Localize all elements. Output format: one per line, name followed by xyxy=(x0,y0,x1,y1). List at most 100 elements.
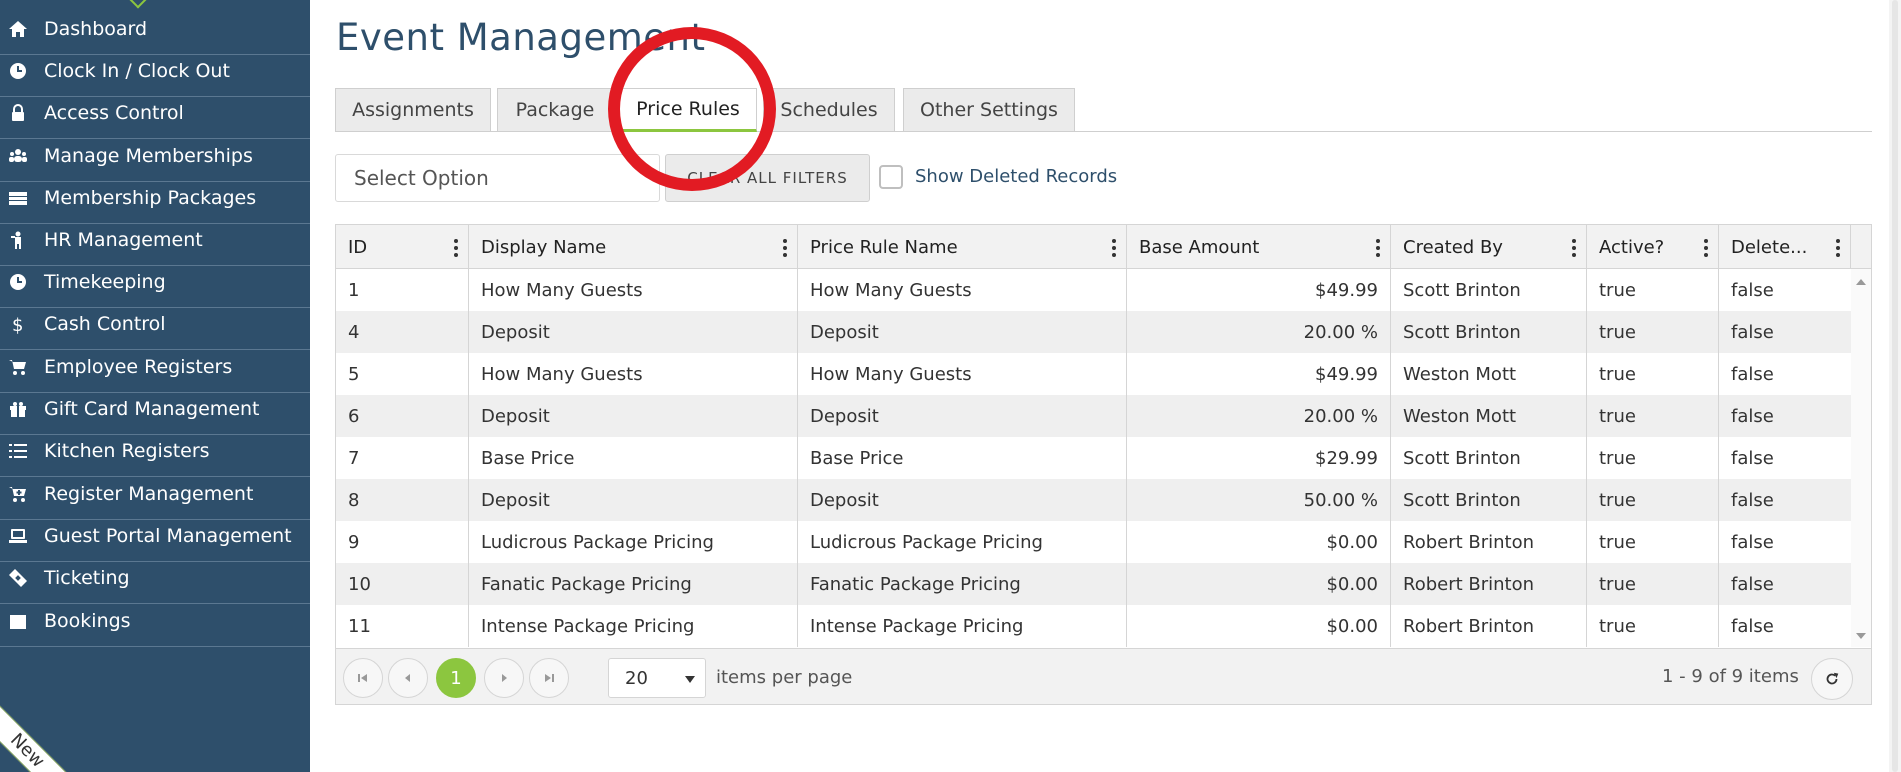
cell-active: true xyxy=(1587,311,1719,353)
column-header-label: Active? xyxy=(1599,236,1665,258)
table-row[interactable]: 1 How Many Guests How Many Guests $49.99 Sco… xyxy=(336,269,1851,311)
column-menu-icon[interactable] xyxy=(1836,239,1840,257)
column-header-created-by[interactable]: Created By xyxy=(1391,225,1587,269)
table-row[interactable]: 10 Fanatic Package Pricing Fanatic Package… xyxy=(336,563,1851,605)
table-row[interactable]: 9 Ludicrous Package Pricing Ludicrous Pack… xyxy=(336,521,1851,563)
new-ribbon: New xyxy=(0,702,76,772)
cell-price-rule-name: How Many Guests xyxy=(798,269,1127,311)
cell-id: 4 xyxy=(336,311,469,353)
column-header-price-rule-name[interactable]: Price Rule Name xyxy=(798,225,1127,269)
page-size-select[interactable]: 20 xyxy=(608,658,706,698)
cell-display-name: How Many Guests xyxy=(469,353,798,395)
tab-assignments[interactable]: Assignments xyxy=(335,88,491,131)
column-menu-icon[interactable] xyxy=(1704,239,1708,257)
cart-icon xyxy=(6,357,30,377)
dropdown-caret-icon xyxy=(685,676,695,683)
cell-deleted: false xyxy=(1731,321,1774,343)
cell-deleted: false xyxy=(1731,489,1774,511)
cell-id: 5 xyxy=(336,353,469,395)
column-header-deleted[interactable]: Delete... xyxy=(1719,225,1851,269)
table-row[interactable]: 6 Deposit Deposit 20.00 % Weston Mott true fal… xyxy=(336,395,1851,437)
clear-all-filters-button[interactable]: CLEAR ALL FILTERS xyxy=(665,154,870,202)
pager-info: 1 - 9 of 9 items xyxy=(1662,666,1799,687)
cell-price-rule-name: Deposit xyxy=(798,311,1127,353)
column-header-label: Created By xyxy=(1403,236,1503,258)
cell-price-rule-name: Deposit xyxy=(798,395,1127,437)
last-page-icon xyxy=(545,674,554,682)
sidebar-item-label: Clock In / Clock Out xyxy=(44,60,230,82)
column-menu-icon[interactable] xyxy=(454,239,458,257)
column-header-base-amount[interactable]: Base Amount xyxy=(1127,225,1391,269)
column-header-label: Base Amount xyxy=(1139,236,1260,258)
cell-price-rule-name: Deposit xyxy=(798,479,1127,521)
column-menu-icon[interactable] xyxy=(1112,239,1116,257)
table-row[interactable]: 5 How Many Guests How Many Guests $49.99 Wes… xyxy=(336,353,1851,395)
table-row[interactable]: 7 Base Price Base Price $29.99 Scott Brinton… xyxy=(336,437,1851,479)
select-option-dropdown[interactable]: Select Option xyxy=(335,154,660,202)
column-menu-icon[interactable] xyxy=(1572,239,1576,257)
show-deleted-checkbox[interactable] xyxy=(879,165,903,189)
tab-package[interactable]: Package xyxy=(497,88,613,131)
cell-id: 1 xyxy=(336,269,469,311)
cell-base-amount: $0.00 xyxy=(1127,605,1391,647)
items-per-page-label: items per page xyxy=(716,667,853,688)
grid-body: 1 How Many Guests How Many Guests $49.99 Sco… xyxy=(336,269,1871,647)
sidebar-item-label: Bookings xyxy=(44,610,131,632)
last-page-button[interactable] xyxy=(529,658,569,698)
users-icon xyxy=(6,146,30,166)
column-menu-icon[interactable] xyxy=(1376,239,1380,257)
cell-created-by: Robert Brinton xyxy=(1391,605,1587,647)
table-row[interactable]: 8 Deposit Deposit 50.00 % Scott Brinton true f… xyxy=(336,479,1851,521)
cell-id: 9 xyxy=(336,521,469,563)
table-row[interactable]: 4 Deposit Deposit 20.00 % Scott Brinton true f… xyxy=(336,311,1851,353)
cell-display-name: Deposit xyxy=(469,479,798,521)
cart-plus-icon xyxy=(6,484,30,504)
page-number-current[interactable]: 1 xyxy=(436,658,476,698)
sidebar-item-bookings[interactable]: Bookings xyxy=(0,596,310,647)
cell-created-by: Weston Mott xyxy=(1391,395,1587,437)
cell-price-rule-name: Ludicrous Package Pricing xyxy=(798,521,1127,563)
cell-created-by: Robert Brinton xyxy=(1391,563,1587,605)
tab-price-rules[interactable]: Price Rules xyxy=(619,88,757,132)
sidebar-item-label: Kitchen Registers xyxy=(44,440,210,462)
show-deleted-label[interactable]: Show Deleted Records xyxy=(915,166,1117,187)
refresh-button[interactable] xyxy=(1811,658,1853,700)
cell-created-by: Scott Brinton xyxy=(1391,437,1587,479)
page-title: Event Management xyxy=(336,16,706,59)
column-header-id[interactable]: ID xyxy=(336,225,469,269)
first-page-button[interactable] xyxy=(343,658,383,698)
column-header-label: Display Name xyxy=(481,236,607,258)
cell-id: 10 xyxy=(336,563,469,605)
column-header-active[interactable]: Active? xyxy=(1587,225,1719,269)
calendar-icon xyxy=(6,611,30,631)
tab-schedules[interactable]: Schedules xyxy=(763,88,895,131)
cell-active: true xyxy=(1587,605,1719,647)
cell-display-name: Base Price xyxy=(469,437,798,479)
cell-display-name: Deposit xyxy=(469,395,798,437)
prev-page-button[interactable] xyxy=(388,658,428,698)
home-icon xyxy=(6,19,30,39)
cell-base-amount: 20.00 % xyxy=(1127,395,1391,437)
page-scrollbar-thumb[interactable] xyxy=(1892,0,1898,772)
sidebar-item-label: Cash Control xyxy=(44,313,166,335)
next-page-button[interactable] xyxy=(484,658,524,698)
scroll-down-arrow-icon[interactable] xyxy=(1856,633,1866,639)
page-scrollbar[interactable] xyxy=(1889,0,1901,772)
column-menu-icon[interactable] xyxy=(783,239,787,257)
sidebar-item-label: Access Control xyxy=(44,102,184,124)
list-icon xyxy=(6,441,30,461)
table-row[interactable]: 11 Intense Package Pricing Intense Package… xyxy=(336,605,1851,647)
column-header-display-name[interactable]: Display Name xyxy=(469,225,798,269)
cell-display-name: How Many Guests xyxy=(469,269,798,311)
cell-id: 11 xyxy=(336,605,469,647)
scroll-up-arrow-icon[interactable] xyxy=(1856,279,1866,285)
tab-other-settings[interactable]: Other Settings xyxy=(903,88,1075,131)
sidebar-item-label: Ticketing xyxy=(44,567,130,589)
cell-active: true xyxy=(1587,353,1719,395)
refresh-icon xyxy=(1826,672,1839,685)
grid-header: ID Display Name Price Rule Name Base Amount… xyxy=(336,225,1871,269)
sidebar: Dashboard Clock In / Clock Out Access Cont… xyxy=(0,0,310,772)
cell-deleted: false xyxy=(1731,363,1774,385)
grid-scrollbar[interactable] xyxy=(1851,269,1871,647)
cell-display-name: Fanatic Package Pricing xyxy=(469,563,798,605)
